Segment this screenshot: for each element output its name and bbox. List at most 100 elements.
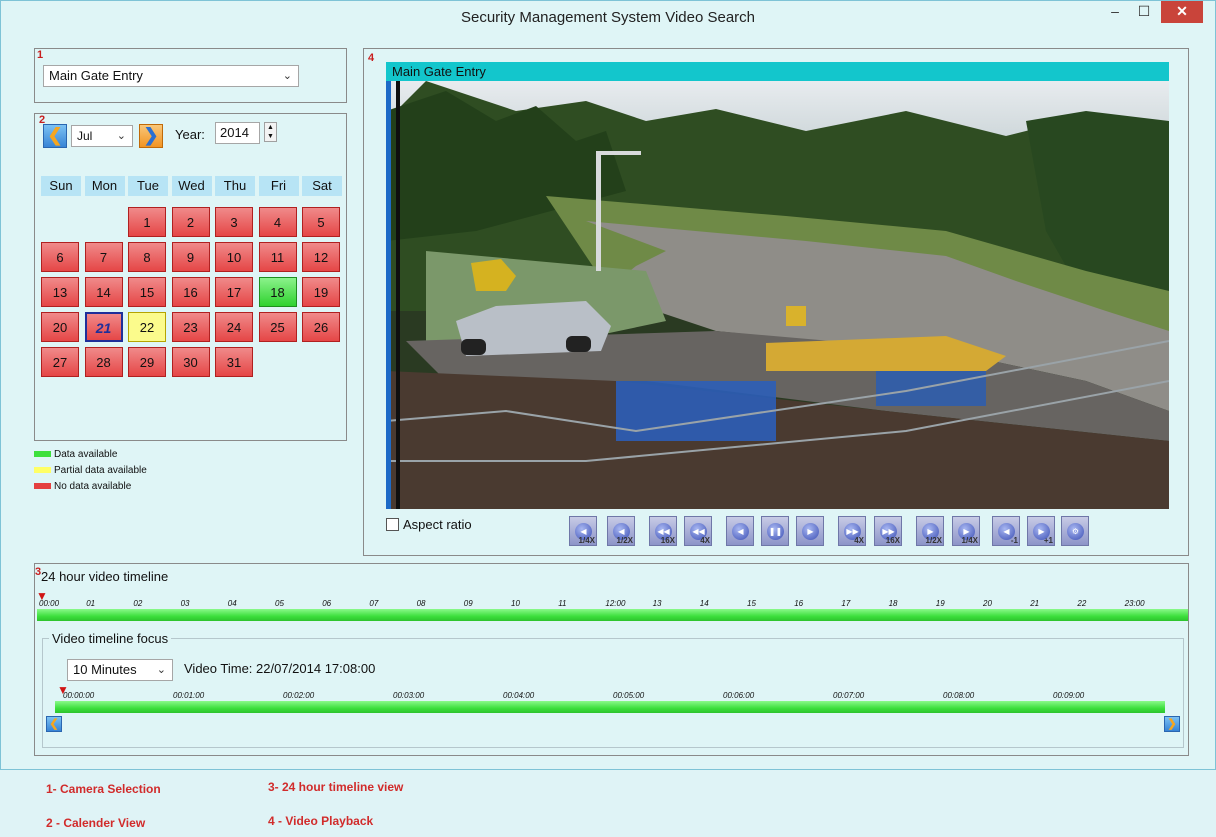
calendar-day-28[interactable]: 28 xyxy=(84,347,123,377)
calendar-day-9[interactable]: 9 xyxy=(171,242,210,272)
focus-group-title: Video timeline focus xyxy=(49,631,172,646)
calendar-day-31[interactable]: 31 xyxy=(215,347,253,377)
hour-tick: 16 xyxy=(794,599,804,608)
window-title: Security Management System Video Search xyxy=(460,9,756,26)
playback-button-9[interactable]: ▶ 1/2X xyxy=(916,516,944,546)
playback-button-3[interactable]: ◀◀ 4X xyxy=(684,516,712,546)
playback-button-7[interactable]: ▶▶ 4X xyxy=(838,516,866,546)
calendar-day-5[interactable]: 5 xyxy=(302,207,340,237)
calendar-day-25[interactable]: 25 xyxy=(258,312,297,342)
minute-tick: 00:08:00 xyxy=(943,691,975,700)
aspect-ratio-checkbox[interactable]: Aspect ratio xyxy=(386,517,472,532)
video-scene-image xyxy=(386,81,1169,509)
calendar-day-3[interactable]: 3 xyxy=(215,207,253,237)
caption-timeline-view: 3- 24 hour timeline view xyxy=(268,780,404,794)
calendar-day-18[interactable]: 18 xyxy=(258,277,297,307)
camera-select[interactable]: Main Gate Entry ⌄ xyxy=(43,65,299,87)
maximize-button[interactable]: ☐ xyxy=(1129,1,1159,23)
camera-select-value: Main Gate Entry xyxy=(49,68,143,83)
playback-icon: ▶ xyxy=(802,523,819,540)
playback-speed-label: -1 xyxy=(1010,536,1018,545)
chevron-down-icon: ⌄ xyxy=(116,130,126,142)
hour-tick: 01 xyxy=(86,599,96,608)
hour-tick: 06 xyxy=(322,599,332,608)
calendar-day-22[interactable]: 22 xyxy=(128,312,166,342)
video-frame[interactable] xyxy=(386,81,1169,509)
year-input[interactable]: 2014 xyxy=(215,122,260,144)
app-window: Security Management System Video Search … xyxy=(0,0,1216,770)
legend-none: No data available xyxy=(34,479,147,495)
caption-calendar-view: 2 - Calender View xyxy=(46,816,146,830)
calendar-day-26[interactable]: 26 xyxy=(302,312,340,342)
playback-button-10[interactable]: ▶ 1/4X xyxy=(952,516,980,546)
checkbox-icon[interactable] xyxy=(386,518,399,531)
calendar-day-20[interactable]: 20 xyxy=(41,312,79,342)
legend-label: Data available xyxy=(54,449,118,460)
calendar-day-6[interactable]: 6 xyxy=(41,242,79,272)
calendar-day-7[interactable]: 7 xyxy=(84,242,123,272)
playback-icon: ◀ xyxy=(732,523,749,540)
calendar-day-8[interactable]: 8 xyxy=(128,242,166,272)
next-month-button[interactable]: ❯ xyxy=(139,124,163,148)
calendar-day-12[interactable]: 12 xyxy=(302,242,340,272)
legend-label: Partial data available xyxy=(54,465,147,476)
playback-speed-label: 16X xyxy=(660,536,675,545)
day-timeline-bar[interactable] xyxy=(37,609,1188,621)
legend-swatch xyxy=(34,451,51,457)
month-select[interactable]: Jul ⌄ xyxy=(71,125,133,147)
timeline-panel: 3 24 hour video timeline ▼ 00:00 01 02 03 04… xyxy=(34,563,1189,756)
calendar-day-10[interactable]: 10 xyxy=(215,242,253,272)
playback-button-11[interactable]: ◀ -1 xyxy=(992,516,1020,546)
minimize-button[interactable]: – xyxy=(1100,1,1130,23)
panel-number: 4 xyxy=(368,52,375,64)
playback-button-12[interactable]: ▶ +1 xyxy=(1027,516,1055,546)
focus-scroll-right-button[interactable]: ❯ xyxy=(1164,716,1180,732)
hour-tick: 14 xyxy=(699,599,709,608)
calendar-day-29[interactable]: 29 xyxy=(128,347,166,377)
weekday-header: Mon xyxy=(84,176,125,196)
playback-button-1[interactable]: ◀ 1/2X xyxy=(607,516,635,546)
chevron-down-icon: ⌄ xyxy=(282,70,292,82)
minute-tick: 00:03:00 xyxy=(393,691,425,700)
close-button[interactable]: ✕ xyxy=(1161,1,1203,23)
hour-tick: 08 xyxy=(416,599,426,608)
weekday-header: Wed xyxy=(171,176,212,196)
playback-button-13[interactable]: ⚙ xyxy=(1061,516,1089,546)
playback-button-0[interactable]: ◀ 1/4X xyxy=(569,516,597,546)
playback-button-5[interactable]: ❚❚ xyxy=(761,516,789,546)
year-spinner[interactable]: ▲ ▼ xyxy=(264,122,277,142)
legend-available: Data available xyxy=(34,447,147,463)
calendar-day-19[interactable]: 19 xyxy=(302,277,340,307)
focus-scroll-left-button[interactable]: ❮ xyxy=(46,716,62,732)
playback-button-8[interactable]: ▶▶ 16X xyxy=(874,516,902,546)
video-playback-panel: 4 Main Gate Entry Aspect ratio ◀ 1/4X ◀ … xyxy=(363,48,1189,556)
playback-button-4[interactable]: ◀ xyxy=(726,516,754,546)
weekday-header: Thu xyxy=(215,176,255,196)
playback-speed-label: +1 xyxy=(1043,536,1053,545)
calendar-day-13[interactable]: 13 xyxy=(41,277,79,307)
calendar-day-23[interactable]: 23 xyxy=(171,312,210,342)
focus-timeline-bar[interactable] xyxy=(55,701,1165,713)
calendar-day-4[interactable]: 4 xyxy=(258,207,297,237)
hour-tick: 04 xyxy=(227,599,237,608)
panel-number: 1 xyxy=(37,49,44,61)
calendar-day-15[interactable]: 15 xyxy=(128,277,166,307)
camera-selection-panel: 1 Main Gate Entry ⌄ xyxy=(34,48,347,103)
playback-speed-label: 16X xyxy=(885,536,900,545)
calendar-day-2[interactable]: 2 xyxy=(171,207,210,237)
calendar-day-27[interactable]: 27 xyxy=(41,347,79,377)
calendar-day-16[interactable]: 16 xyxy=(171,277,210,307)
calendar-day-21[interactable]: 21 xyxy=(84,312,123,342)
calendar-day-30[interactable]: 30 xyxy=(171,347,210,377)
calendar-day-1[interactable]: 1 xyxy=(128,207,166,237)
calendar-day-14[interactable]: 14 xyxy=(84,277,123,307)
playback-button-6[interactable]: ▶ xyxy=(796,516,824,546)
calendar-day-11[interactable]: 11 xyxy=(258,242,297,272)
calendar-day-24[interactable]: 24 xyxy=(215,312,253,342)
prev-month-button[interactable]: ❮ xyxy=(43,124,67,148)
calendar-day-17[interactable]: 17 xyxy=(215,277,253,307)
minute-tick: 00:01:00 xyxy=(173,691,205,700)
focus-duration-select[interactable]: 10 Minutes ⌄ xyxy=(67,659,173,681)
weekday-header: Sat xyxy=(302,176,342,196)
playback-button-2[interactable]: ◀◀ 16X xyxy=(649,516,677,546)
